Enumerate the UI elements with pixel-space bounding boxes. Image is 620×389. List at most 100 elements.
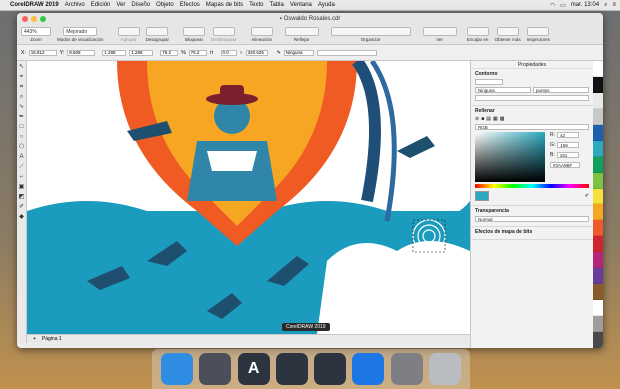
no-fill-icon[interactable]: ⊘: [475, 116, 479, 122]
drop-shadow-icon[interactable]: ▣: [19, 184, 25, 190]
palette-swatch[interactable]: [593, 204, 603, 221]
dock-finder-icon[interactable]: [161, 353, 194, 385]
palette-swatch[interactable]: [593, 124, 603, 141]
lock-button[interactable]: Bloquear: [183, 27, 206, 42]
palette-swatch[interactable]: [593, 61, 603, 77]
palette-swatch[interactable]: [593, 188, 603, 205]
angle-field[interactable]: 0.0: [220, 49, 237, 56]
scale-width-field[interactable]: 76.2: [160, 49, 179, 56]
fill-heading[interactable]: Rellenar: [475, 108, 589, 114]
zoom-tool-icon[interactable]: ⌕: [19, 94, 25, 100]
pattern-fill-icon[interactable]: ▦: [493, 116, 498, 122]
line-style-select[interactable]: [316, 49, 377, 56]
dock-trash-icon[interactable]: [428, 353, 461, 385]
scale-height-field[interactable]: 76.2: [188, 49, 207, 56]
menu-item-ver[interactable]: Ver: [116, 2, 125, 8]
texture-fill-icon[interactable]: ▩: [500, 116, 505, 122]
get-more-button[interactable]: Obtener más: [495, 27, 521, 42]
view-button[interactable]: Ver: [422, 27, 457, 42]
eyedropper-tool-icon[interactable]: ✐: [19, 204, 25, 210]
transparency-tool-icon[interactable]: ◩: [19, 194, 25, 200]
circle-icon[interactable]: ○: [240, 50, 243, 56]
contour-width-select[interactable]: Ninguna: [475, 87, 531, 93]
menu-item-texto[interactable]: Texto: [249, 2, 263, 8]
contour-color-select[interactable]: [475, 79, 503, 85]
y-field[interactable]: 8.608: [67, 49, 96, 56]
add-page-icon[interactable]: +: [33, 336, 36, 342]
palette-swatch[interactable]: [593, 220, 603, 237]
menu-item-objeto[interactable]: Objeto: [156, 2, 174, 8]
palette-swatch[interactable]: [593, 92, 603, 109]
dock-corel-font-manager-icon[interactable]: [275, 353, 308, 385]
group-button[interactable]: Agrupar: [117, 27, 140, 42]
search-icon[interactable]: ⌕: [604, 2, 607, 9]
arrange-button[interactable]: Organizar: [330, 27, 411, 42]
menu-item-diseno[interactable]: Diseño: [131, 2, 150, 8]
menu-item-archivo[interactable]: Archivo: [65, 2, 85, 8]
menu-item-mapas-de-bits[interactable]: Mapas de bits: [206, 2, 243, 8]
palette-swatch[interactable]: [593, 236, 603, 253]
menu-list-icon[interactable]: ≡: [612, 2, 616, 8]
outline-width-select[interactable]: Ninguna: [283, 49, 314, 56]
zoom-percent-field[interactable]: 320.625: [245, 49, 268, 56]
color-model-select[interactable]: RGB: [475, 124, 589, 130]
zoom-select[interactable]: 443%: [21, 27, 51, 36]
page-tab[interactable]: Página 1: [42, 336, 62, 342]
artistic-media-icon[interactable]: ✒: [19, 114, 25, 120]
height-field[interactable]: 1.288: [129, 49, 154, 56]
menu-item-tabla[interactable]: Tabla: [270, 2, 284, 8]
contour-heading[interactable]: Contorno: [475, 71, 589, 77]
rectangle-tool-icon[interactable]: □: [19, 124, 25, 130]
menu-item-edicion[interactable]: Edición: [91, 2, 111, 8]
palette-swatch[interactable]: [593, 76, 603, 93]
dock-launchpad-icon[interactable]: [199, 353, 232, 385]
contour-style-select[interactable]: [475, 95, 589, 101]
palette-swatch[interactable]: [593, 268, 603, 285]
lock-ratio-icon[interactable]: ⊓: [210, 50, 214, 56]
eyedropper-icon[interactable]: ✐: [585, 193, 589, 199]
freehand-tool-icon[interactable]: ∿: [19, 104, 25, 110]
dock-capture-icon[interactable]: [314, 353, 347, 385]
palette-swatch[interactable]: [593, 300, 603, 316]
menu-item-ayuda[interactable]: Ayuda: [318, 2, 335, 8]
b-field[interactable]: 191: [556, 152, 579, 158]
drawing-canvas[interactable]: CorelDRAW 2019: [27, 61, 470, 334]
ellipse-tool-icon[interactable]: ○: [19, 134, 25, 140]
mirror-button[interactable]: Reflejar: [284, 27, 319, 42]
close-window-button[interactable]: [22, 16, 28, 22]
outline-pen-icon[interactable]: ✎: [277, 50, 281, 56]
palette-swatch[interactable]: [593, 252, 603, 269]
shape-tool-icon[interactable]: ⌖: [19, 74, 25, 80]
dock-safari-icon[interactable]: [352, 353, 385, 385]
snap-button[interactable]: Encajar en: [466, 27, 489, 42]
unlock-button[interactable]: Desbloquear: [211, 27, 237, 42]
palette-swatch[interactable]: [593, 156, 603, 173]
text-tool-icon[interactable]: A: [19, 154, 25, 160]
x-field[interactable]: 15.812: [28, 49, 57, 56]
polygon-tool-icon[interactable]: ⬠: [19, 144, 25, 150]
inspectors-button[interactable]: Inspectores: [527, 27, 550, 42]
g-field[interactable]: 169: [557, 142, 580, 148]
fountain-fill-icon[interactable]: ▤: [486, 116, 491, 122]
dock-system-preferences-icon[interactable]: [390, 353, 423, 385]
crop-tool-icon[interactable]: ⌗: [19, 84, 25, 90]
menu-item-efectos[interactable]: Efectos: [180, 2, 200, 8]
palette-swatch[interactable]: [593, 172, 603, 189]
clock[interactable]: mar. 13:04: [571, 2, 599, 8]
wifi-icon[interactable]: ◠: [550, 2, 555, 9]
contour-units-select[interactable]: puntos: [533, 87, 589, 93]
zoom-window-button[interactable]: [40, 16, 46, 22]
interactive-fill-icon[interactable]: ◆: [19, 214, 25, 220]
palette-swatch[interactable]: [593, 140, 603, 157]
palette-swatch[interactable]: [593, 316, 603, 332]
view-mode-select[interactable]: Mejorado: [63, 27, 98, 36]
width-field[interactable]: 1.288: [102, 49, 127, 56]
minimize-window-button[interactable]: [31, 16, 37, 22]
transparency-heading[interactable]: Transparencia: [475, 208, 589, 214]
connector-tool-icon[interactable]: ⌐: [19, 174, 25, 180]
uniform-fill-icon[interactable]: ■: [481, 116, 484, 122]
dock-coreldraw-icon[interactable]: A: [237, 353, 270, 385]
menu-app-name[interactable]: CorelDRAW 2019: [10, 2, 59, 8]
palette-swatch[interactable]: [593, 284, 603, 301]
ungroup-button[interactable]: Desagrupar: [146, 27, 169, 42]
